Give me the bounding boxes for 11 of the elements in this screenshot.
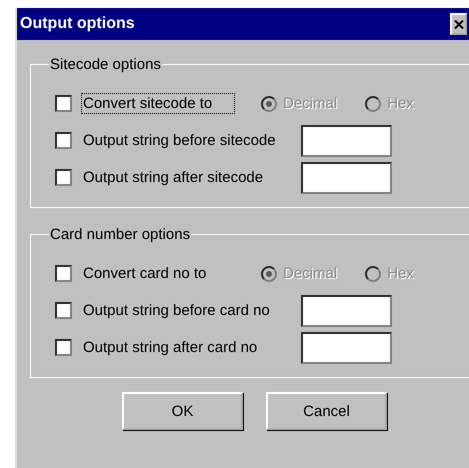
group-title: Sitecode options — [49, 56, 162, 73]
group-title: Card number options — [49, 226, 192, 243]
dialog-button[interactable]: Cancel — [266, 392, 387, 430]
dialog-button[interactable]: OK — [122, 392, 243, 430]
checkbox-label[interactable]: Convert card no to — [81, 263, 235, 284]
checkbox-label[interactable]: Output string before sitecode — [81, 130, 291, 151]
checkbox-label[interactable]: Output string after card no — [81, 337, 291, 358]
checkbox-label[interactable]: Output string before card no — [81, 300, 291, 321]
window-title: Output options — [20, 15, 136, 33]
checkbox-label[interactable]: Output string after sitecode — [81, 167, 291, 188]
checkbox-label[interactable]: Convert sitecode to — [81, 93, 235, 114]
